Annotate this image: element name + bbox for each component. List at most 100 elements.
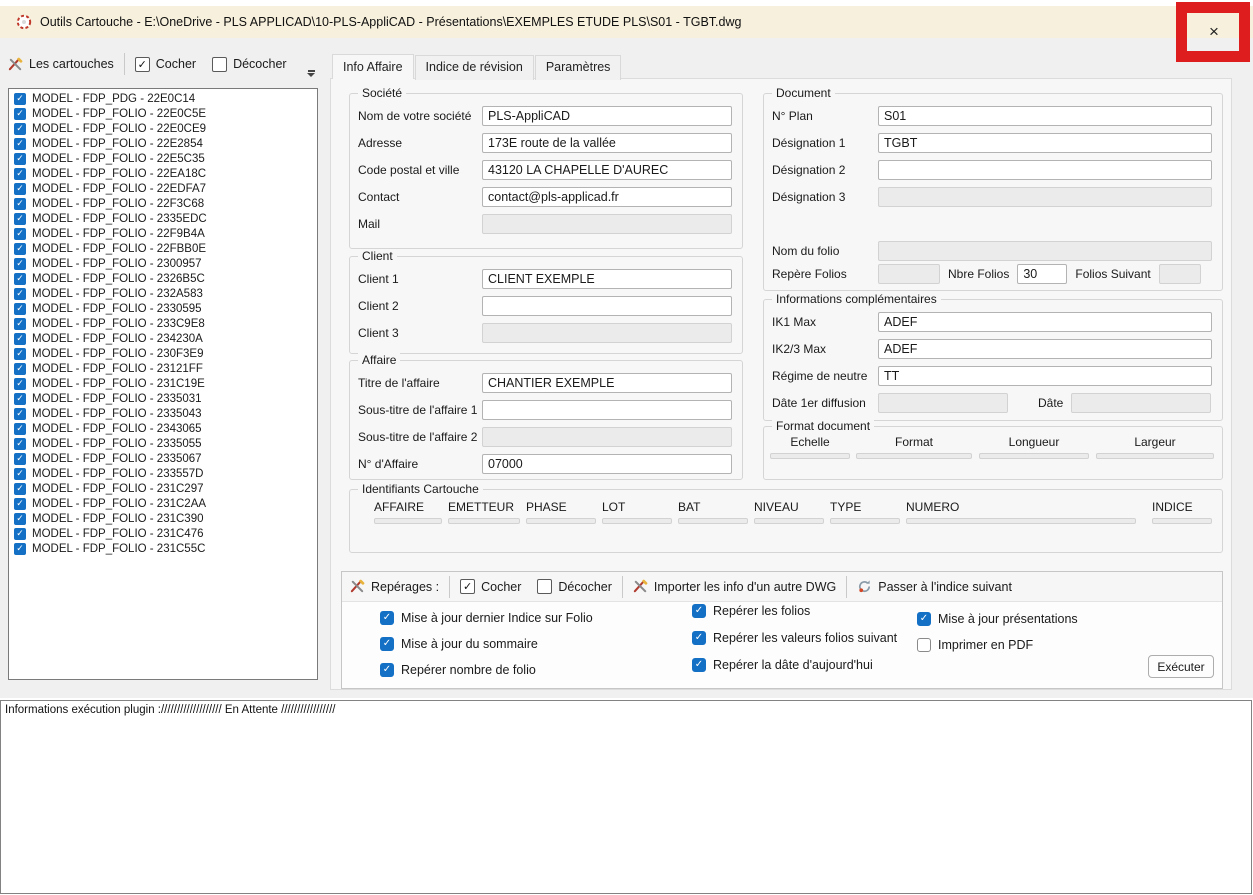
list-item-checkbox[interactable]: ✓ [14, 198, 26, 210]
list-item[interactable]: ✓ MODEL - FDP_FOLIO - 22FBB0E [11, 241, 315, 256]
list-item[interactable]: ✓ MODEL - FDP_FOLIO - 22E5C35 [11, 151, 315, 166]
list-item-checkbox[interactable]: ✓ [14, 153, 26, 165]
text-field[interactable] [482, 296, 732, 316]
option-checkbox[interactable]: ✓ Repérer nombre de folio [380, 662, 593, 677]
option-checkbox[interactable]: ✓ Mise à jour dernier Indice sur Folio [380, 610, 593, 625]
list-item[interactable]: ✓ MODEL - FDP_FOLIO - 231C297 [11, 481, 315, 496]
list-item[interactable]: ✓ MODEL - FDP_FOLIO - 2335EDC [11, 211, 315, 226]
text-field[interactable]: CHANTIER EXEMPLE [482, 373, 732, 393]
option-checkbox[interactable]: ✓ Mise à jour du sommaire [380, 636, 593, 651]
text-field[interactable]: 43120 LA CHAPELLE D'AUREC [482, 160, 732, 180]
list-item-checkbox[interactable]: ✓ [14, 453, 26, 465]
list-item-checkbox[interactable]: ✓ [14, 213, 26, 225]
list-item[interactable]: ✓ MODEL - FDP_FOLIO - 2335031 [11, 391, 315, 406]
list-item-checkbox[interactable]: ✓ [14, 183, 26, 195]
option-checkbox[interactable]: ✓ Imprimer en PDF [917, 637, 1078, 652]
list-item-checkbox[interactable]: ✓ [14, 528, 26, 540]
list-item-checkbox[interactable]: ✓ [14, 348, 26, 360]
decocher-all-checkbox[interactable]: ✓ Décocher [204, 51, 295, 77]
list-item-checkbox[interactable]: ✓ [14, 303, 26, 315]
list-item-checkbox[interactable]: ✓ [14, 138, 26, 150]
option-checkbox[interactable]: ✓ Repérer les folios [692, 603, 897, 618]
option-checkbox-box[interactable]: ✓ [917, 638, 931, 652]
text-field[interactable]: 07000 [482, 454, 732, 474]
list-item-checkbox[interactable]: ✓ [14, 123, 26, 135]
text-field[interactable]: 173E route de la vallée [482, 133, 732, 153]
list-item[interactable]: ✓ MODEL - FDP_FOLIO - 22E2854 [11, 136, 315, 151]
list-item[interactable]: ✓ MODEL - FDP_FOLIO - 2330595 [11, 301, 315, 316]
importer-dwg-button[interactable]: Importer les info d'un autre DWG [625, 574, 844, 600]
list-item-checkbox[interactable]: ✓ [14, 513, 26, 525]
option-checkbox-box[interactable]: ✓ [692, 658, 706, 672]
text-field[interactable]: contact@pls-applicad.fr [482, 187, 732, 207]
list-item[interactable]: ✓ MODEL - FDP_FOLIO - 231C390 [11, 511, 315, 526]
reperages-cocher-checkbox[interactable]: ✓ Cocher [452, 574, 529, 600]
list-item-checkbox[interactable]: ✓ [14, 378, 26, 390]
tab[interactable]: Info Affaire [332, 54, 414, 79]
option-checkbox-box[interactable]: ✓ [380, 611, 394, 625]
list-item[interactable]: ✓ MODEL - FDP_FOLIO - 230F3E9 [11, 346, 315, 361]
list-item[interactable]: ✓ MODEL - FDP_FOLIO - 2326B5C [11, 271, 315, 286]
list-item[interactable]: ✓ MODEL - FDP_FOLIO - 2343065 [11, 421, 315, 436]
reperages-decocher-box[interactable]: ✓ [537, 579, 552, 594]
list-item-checkbox[interactable]: ✓ [14, 318, 26, 330]
list-item[interactable]: ✓ MODEL - FDP_FOLIO - 2300957 [11, 256, 315, 271]
list-item[interactable]: ✓ MODEL - FDP_FOLIO - 2335043 [11, 406, 315, 421]
list-item-checkbox[interactable]: ✓ [14, 273, 26, 285]
list-item-checkbox[interactable]: ✓ [14, 393, 26, 405]
text-field[interactable] [878, 160, 1212, 180]
text-field[interactable]: CLIENT EXEMPLE [482, 269, 732, 289]
text-field[interactable]: TT [878, 366, 1212, 386]
option-checkbox[interactable]: ✓ Mise à jour présentations [917, 611, 1078, 626]
tab[interactable]: Paramètres [535, 55, 622, 80]
option-checkbox[interactable]: ✓ Repérer les valeurs folios suivant [692, 630, 897, 645]
list-item[interactable]: ✓ MODEL - FDP_FOLIO - 231C2AA [11, 496, 315, 511]
option-checkbox-box[interactable]: ✓ [380, 637, 394, 651]
list-item-checkbox[interactable]: ✓ [14, 498, 26, 510]
text-field[interactable]: TGBT [878, 133, 1212, 153]
list-item[interactable]: ✓ MODEL - FDP_FOLIO - 233C9E8 [11, 316, 315, 331]
list-item[interactable]: ✓ MODEL - FDP_FOLIO - 231C476 [11, 526, 315, 541]
list-item[interactable]: ✓ MODEL - FDP_FOLIO - 234230A [11, 331, 315, 346]
list-item-checkbox[interactable]: ✓ [14, 423, 26, 435]
cocher-all-checkbox[interactable]: ✓ Cocher [127, 51, 204, 77]
list-item[interactable]: ✓ MODEL - FDP_FOLIO - 22F3C68 [11, 196, 315, 211]
text-field[interactable]: PLS-AppliCAD [482, 106, 732, 126]
list-item-checkbox[interactable]: ✓ [14, 468, 26, 480]
list-item[interactable]: ✓ MODEL - FDP_FOLIO - 2335067 [11, 451, 315, 466]
list-item-checkbox[interactable]: ✓ [14, 363, 26, 375]
list-item-checkbox[interactable]: ✓ [14, 243, 26, 255]
list-item-checkbox[interactable]: ✓ [14, 168, 26, 180]
reperages-decocher-checkbox[interactable]: ✓ Décocher [529, 574, 620, 600]
list-item[interactable]: ✓ MODEL - FDP_FOLIO - 232A583 [11, 286, 315, 301]
option-checkbox-box[interactable]: ✓ [692, 631, 706, 645]
list-item[interactable]: ✓ MODEL - FDP_FOLIO - 22EA18C [11, 166, 315, 181]
option-checkbox-box[interactable]: ✓ [692, 604, 706, 618]
toolbar-overflow-button[interactable] [303, 66, 319, 80]
list-item[interactable]: ✓ MODEL - FDP_FOLIO - 23121FF [11, 361, 315, 376]
option-checkbox-box[interactable]: ✓ [380, 663, 394, 677]
list-item[interactable]: ✓ MODEL - FDP_FOLIO - 22E0CE9 [11, 121, 315, 136]
list-item-checkbox[interactable]: ✓ [14, 108, 26, 120]
cocher-all-checkbox-box[interactable]: ✓ [135, 57, 150, 72]
list-item[interactable]: ✓ MODEL - FDP_FOLIO - 231C19E [11, 376, 315, 391]
nbre-folios-field[interactable]: 30 [1017, 264, 1067, 284]
list-item-checkbox[interactable]: ✓ [14, 258, 26, 270]
list-item-checkbox[interactable]: ✓ [14, 288, 26, 300]
option-checkbox[interactable]: ✓ Repérer la dâte d'aujourd'hui [692, 657, 897, 672]
list-item[interactable]: ✓ MODEL - FDP_PDG - 22E0C14 [11, 91, 315, 106]
list-item-checkbox[interactable]: ✓ [14, 438, 26, 450]
list-item[interactable]: ✓ MODEL - FDP_FOLIO - 233557D [11, 466, 315, 481]
list-item-checkbox[interactable]: ✓ [14, 543, 26, 555]
list-item-checkbox[interactable]: ✓ [14, 228, 26, 240]
reperages-cocher-box[interactable]: ✓ [460, 579, 475, 594]
list-item-checkbox[interactable]: ✓ [14, 333, 26, 345]
text-field[interactable]: ADEF [878, 339, 1212, 359]
list-item-checkbox[interactable]: ✓ [14, 93, 26, 105]
list-item-checkbox[interactable]: ✓ [14, 483, 26, 495]
list-item[interactable]: ✓ MODEL - FDP_FOLIO - 22F9B4A [11, 226, 315, 241]
passer-indice-suivant-button[interactable]: Passer à l'indice suivant [849, 574, 1020, 600]
decocher-all-checkbox-box[interactable]: ✓ [212, 57, 227, 72]
list-item[interactable]: ✓ MODEL - FDP_FOLIO - 231C55C [11, 541, 315, 556]
text-field[interactable] [482, 400, 732, 420]
